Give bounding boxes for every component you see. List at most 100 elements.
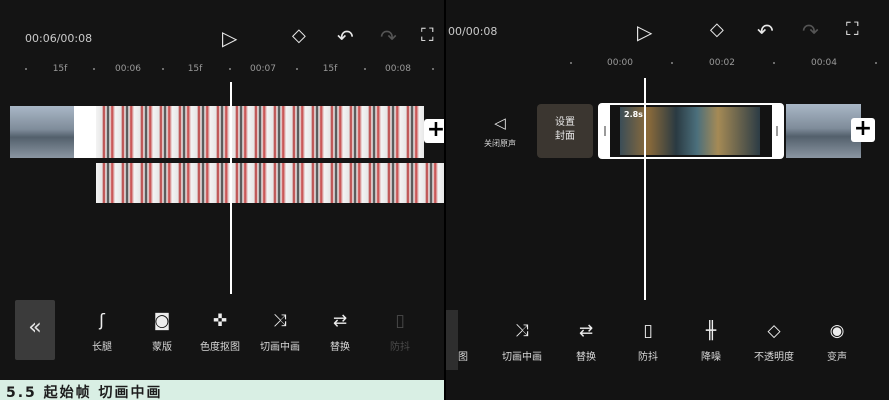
ruler-tick: [93, 68, 95, 70]
undo-icon[interactable]: ↶: [337, 25, 354, 49]
keyframe-icon[interactable]: ◇: [292, 25, 306, 46]
shuffle-icon: ⤨: [515, 321, 529, 341]
tunnel-clip[interactable]: 2.8s: [620, 107, 760, 155]
cover-label-line1: 设置: [555, 117, 575, 128]
ruler-tick: [162, 68, 164, 70]
stabilize-icon: ▯: [643, 321, 653, 341]
add-clip-button[interactable]: +: [424, 119, 445, 143]
selected-clip[interactable]: 2.8s: [598, 103, 784, 159]
ruler-label: 15f: [52, 64, 68, 74]
cover-label-line2: 封面: [555, 131, 575, 142]
tool-opacity[interactable]: ◇ 不透明度: [746, 320, 802, 363]
legs-icon: ʃ: [99, 311, 105, 331]
tool-label: 图: [458, 352, 468, 363]
tool-label: 长腿: [92, 342, 112, 353]
tool-label: 蒙版: [152, 342, 172, 353]
tool-label: 替换: [576, 352, 596, 363]
play-icon[interactable]: ▷: [222, 26, 237, 50]
ruler-tick: [773, 62, 775, 64]
right-editor-panel: 00/00:08 ▷ ◇ ↶ ↷ ⛶ 00:00 00:02 00:04 ◁ 关…: [446, 0, 889, 400]
tool-label: 替换: [330, 342, 350, 353]
partial-icon: [452, 320, 474, 342]
clip-trim-handle-left[interactable]: [600, 105, 610, 157]
main-clip-city[interactable]: [10, 106, 74, 158]
tool-label: 色度抠图: [200, 342, 240, 353]
tool-label: 防抖: [390, 342, 410, 353]
ruler-tick: [875, 62, 877, 64]
ruler-label: 00:06: [115, 64, 141, 74]
tool-stabilize[interactable]: ▯ 防抖: [372, 310, 428, 353]
ruler-tick: [671, 62, 673, 64]
set-cover-button[interactable]: 设置 封面: [537, 104, 593, 158]
left-top-bar: 00:06/00:08 ▷ ◇ ↶ ↷ ⛶: [0, 8, 445, 58]
tool-switch-pip[interactable]: ⤨ 切画中画: [494, 320, 550, 363]
tool-replace[interactable]: ⇄ 替换: [558, 320, 614, 363]
tool-label: 防抖: [638, 352, 658, 363]
stabilize-icon: ▯: [395, 311, 405, 331]
playhead[interactable]: [230, 82, 232, 294]
ruler-label: 15f: [187, 64, 203, 74]
tool-label: 不透明度: [754, 352, 794, 363]
caption-text: 5.5 起始帧 切画中画: [6, 385, 163, 400]
ruler-tick: [364, 68, 366, 70]
caption-banner: 5.5 起始帧 切画中画: [0, 380, 445, 400]
clip-duration: 2.8s: [624, 110, 643, 119]
shuffle-icon: ⤨: [273, 311, 287, 331]
speaker-icon: ◁: [494, 114, 506, 132]
tool-replace[interactable]: ⇄ 替换: [312, 310, 368, 353]
left-editor-panel: 00:06/00:08 ▷ ◇ ↶ ↷ ⛶ 15f 00:06 15f 00:0…: [0, 0, 445, 400]
main-clip-players[interactable]: [96, 106, 424, 158]
tool-mask[interactable]: ◙ 蒙版: [134, 310, 190, 353]
chroma-key-icon: ✜: [212, 311, 228, 331]
play-icon[interactable]: ▷: [637, 20, 652, 44]
replace-icon: ⇄: [578, 321, 594, 341]
undo-icon[interactable]: ↶: [757, 19, 774, 43]
tool-label: 切画中画: [502, 352, 542, 363]
ruler-label: 00:07: [250, 64, 276, 74]
tool-long-legs[interactable]: ʃ 长腿: [74, 310, 130, 353]
redo-icon[interactable]: ↷: [802, 19, 819, 43]
tool-label: 降噪: [701, 352, 721, 363]
ruler-tick: [432, 68, 434, 70]
mute-label: 关闭原声: [484, 139, 516, 148]
mask-icon: ◙: [153, 311, 171, 331]
opacity-icon: ◇: [767, 321, 781, 341]
tool-label: 切画中画: [260, 342, 300, 353]
timeline-ruler: 15f 00:06 15f 00:07 15f 00:08: [0, 60, 445, 82]
redo-icon[interactable]: ↷: [380, 25, 397, 49]
time-display: 00:06/00:08: [25, 32, 93, 45]
next-clip-city[interactable]: [786, 104, 861, 158]
ruler-tick: [25, 68, 27, 70]
mute-original-audio[interactable]: ◁ 关闭原声: [476, 114, 524, 149]
ruler-tick: [570, 62, 572, 64]
clip-handle-left[interactable]: [74, 106, 96, 158]
ruler-label: 00:02: [709, 58, 735, 68]
timeline-ruler: 00:00 00:02 00:04: [446, 54, 889, 76]
playhead[interactable]: [644, 78, 646, 300]
tool-stabilize[interactable]: ▯ 防抖: [620, 320, 676, 363]
tool-voice-change[interactable]: ◉ 变声: [809, 320, 865, 363]
replace-icon: ⇄: [332, 311, 348, 331]
keyframe-icon[interactable]: ◇: [710, 19, 724, 40]
denoise-icon: ╫: [705, 321, 717, 341]
right-top-bar: 00/00:08 ▷ ◇ ↶ ↷ ⛶: [446, 8, 889, 58]
ruler-label: 00:00: [607, 58, 633, 68]
pip-clip-players[interactable]: [96, 163, 445, 203]
add-clip-button[interactable]: +: [851, 118, 875, 142]
fullscreen-icon[interactable]: ⛶: [846, 19, 859, 40]
ruler-label: 00:08: [385, 64, 411, 74]
voice-change-icon: ◉: [829, 321, 845, 341]
ruler-tick: [229, 68, 231, 70]
ruler-tick: [296, 68, 298, 70]
right-toolbar: 图 ⤨ 切画中画 ⇄ 替换 ▯ 防抖 ╫ 降噪 ◇ 不透明度 ◉ 变声: [446, 320, 889, 400]
time-display: 00/00:08: [448, 25, 498, 38]
tool-partial[interactable]: 图: [452, 320, 474, 363]
tool-label: 变声: [827, 352, 847, 363]
tool-denoise[interactable]: ╫ 降噪: [683, 320, 739, 363]
ruler-label: 00:04: [811, 58, 837, 68]
clip-trim-handle-right[interactable]: [772, 105, 782, 157]
fullscreen-icon[interactable]: ⛶: [421, 25, 434, 46]
ruler-label: 15f: [322, 64, 338, 74]
tool-chroma-key[interactable]: ✜ 色度抠图: [192, 310, 248, 353]
tool-switch-pip[interactable]: ⤨ 切画中画: [252, 310, 308, 353]
